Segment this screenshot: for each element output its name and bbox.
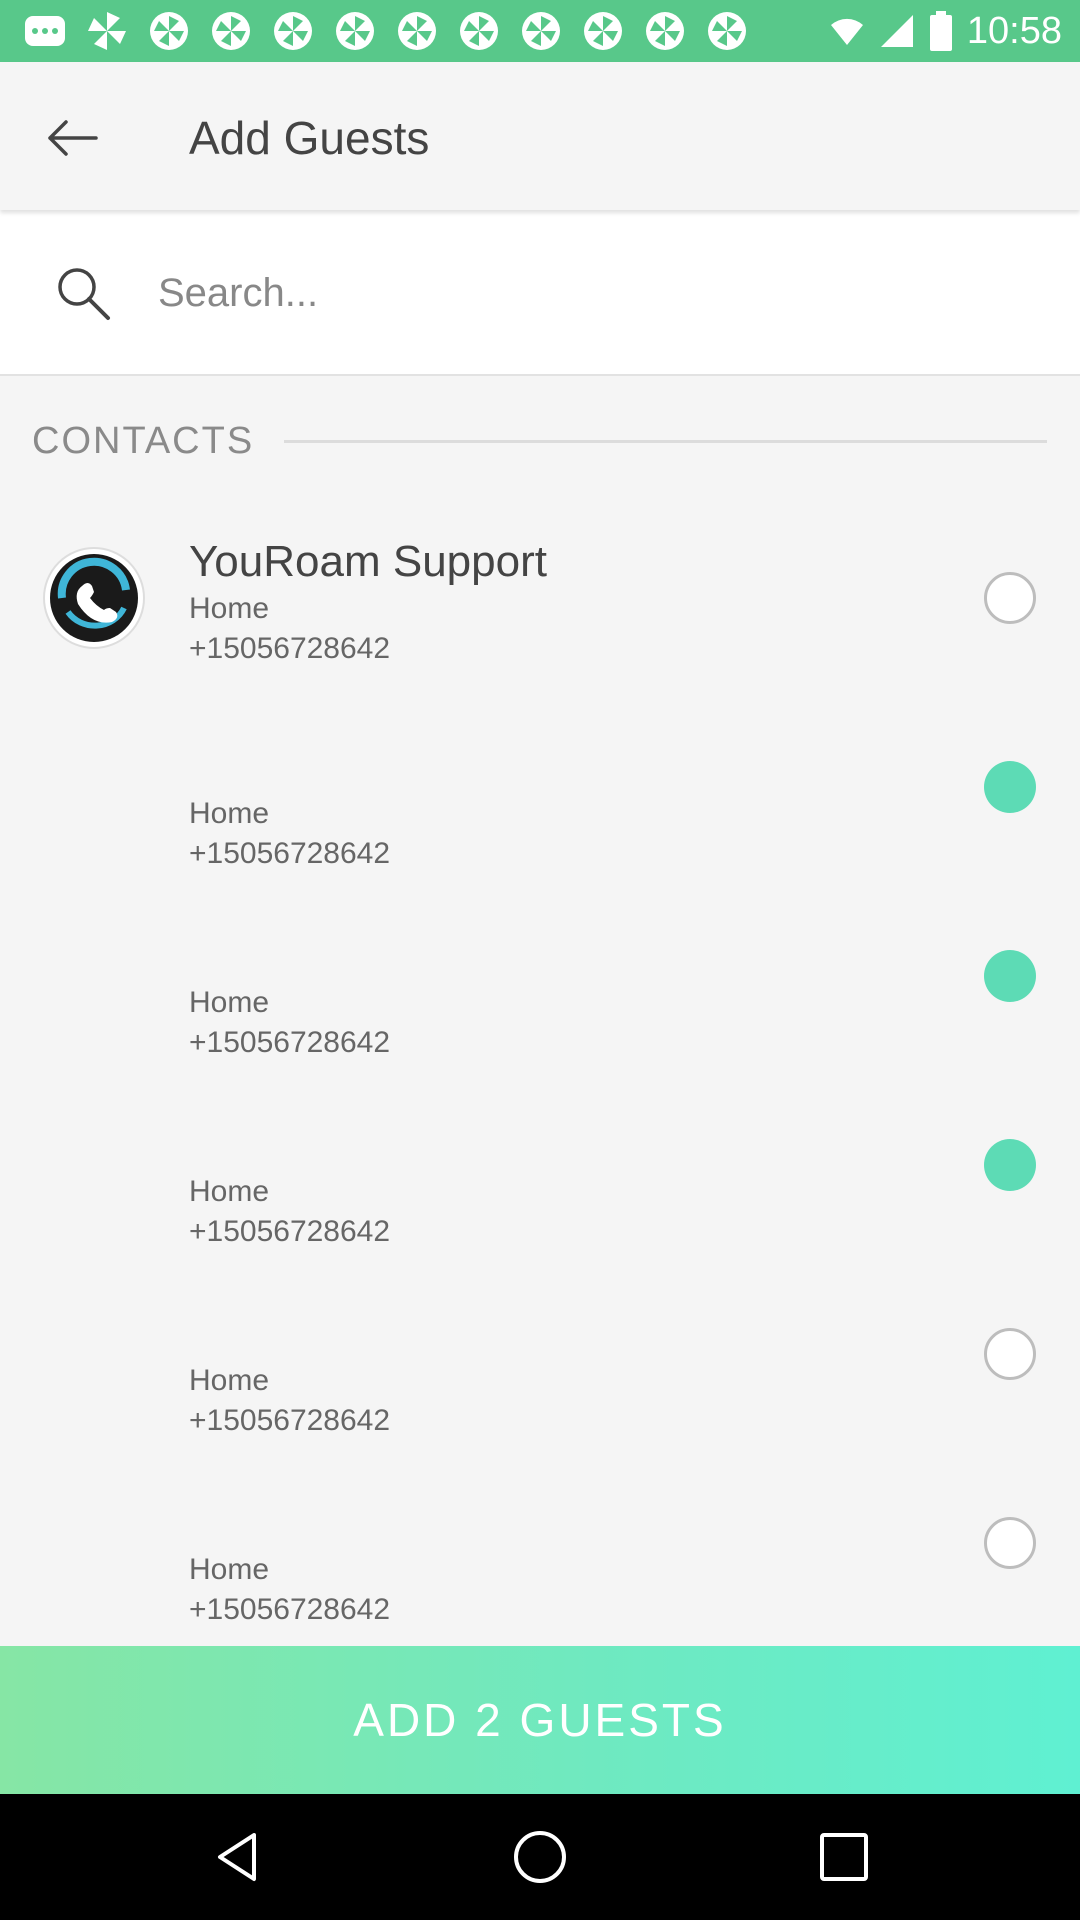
navigation-bar bbox=[0, 1794, 1080, 1920]
list-item[interactable]: Home +15056728642 bbox=[0, 1276, 1080, 1465]
battery-icon bbox=[929, 11, 952, 51]
contact-phone: +15056728642 bbox=[189, 1404, 391, 1437]
pinwheel-icon bbox=[274, 12, 312, 50]
section-divider bbox=[284, 439, 1047, 443]
list-item[interactable]: Home +15056728642 bbox=[0, 1465, 1080, 1654]
contact-type: Home bbox=[189, 1364, 270, 1397]
pinwheel-icon bbox=[522, 12, 560, 50]
contact-phone: +15056728642 bbox=[189, 1215, 391, 1248]
recents-square-icon[interactable] bbox=[814, 1827, 874, 1887]
youroam-logo-icon bbox=[43, 547, 145, 649]
list-item[interactable]: Home +15056728642 bbox=[0, 1087, 1080, 1276]
contact-type: Home bbox=[189, 592, 270, 625]
contact-type: Home bbox=[189, 797, 270, 830]
pinwheel-icon bbox=[460, 12, 498, 50]
status-time: 10:58 bbox=[966, 9, 1062, 52]
status-bar: 10:58 bbox=[0, 0, 1080, 62]
guest-radio[interactable] bbox=[984, 1328, 1036, 1380]
pinwheel-icon bbox=[708, 12, 746, 50]
contact-name: YouRoam Support bbox=[189, 537, 547, 586]
guest-radio[interactable] bbox=[984, 950, 1036, 1002]
search-bar bbox=[0, 210, 1080, 376]
guest-radio[interactable] bbox=[984, 572, 1036, 624]
search-icon bbox=[58, 268, 110, 320]
contact-phone: +15056728642 bbox=[189, 837, 391, 870]
notification-icons bbox=[22, 8, 750, 54]
contact-type: Home bbox=[189, 1553, 270, 1586]
pinwheel-icon bbox=[398, 12, 436, 50]
contact-phone: +15056728642 bbox=[189, 1593, 391, 1626]
app-bar: Add Guests bbox=[0, 62, 1080, 210]
add-guests-label: ADD 2 GUESTS bbox=[353, 1694, 727, 1746]
guest-radio[interactable] bbox=[984, 1517, 1036, 1569]
pinwheel-icon bbox=[646, 12, 684, 50]
pinwheel-icon bbox=[150, 12, 188, 50]
contact-list: YouRoam Support Home +15056728642 Home +… bbox=[0, 520, 1080, 1654]
wifi-icon bbox=[830, 18, 863, 45]
page-title: Add Guests bbox=[189, 112, 430, 164]
pinwheel-icon bbox=[584, 12, 622, 50]
guest-radio[interactable] bbox=[984, 761, 1036, 813]
arrow-left-icon bbox=[48, 120, 98, 156]
pinwheel-icon bbox=[212, 12, 250, 50]
signal-icon bbox=[880, 15, 913, 47]
back-triangle-icon[interactable] bbox=[208, 1827, 268, 1887]
list-item[interactable]: Home +15056728642 bbox=[0, 709, 1080, 898]
add-guests-button[interactable]: ADD 2 GUESTS bbox=[0, 1646, 1080, 1794]
guest-radio[interactable] bbox=[984, 1139, 1036, 1191]
contact-phone: +15056728642 bbox=[189, 632, 391, 665]
pinwheel-icon bbox=[336, 12, 374, 50]
search-input[interactable] bbox=[158, 256, 1038, 330]
list-item[interactable]: YouRoam Support Home +15056728642 bbox=[0, 520, 1080, 709]
contacts-section-header: CONTACTS bbox=[32, 410, 1047, 472]
contact-phone: +15056728642 bbox=[189, 1026, 391, 1059]
home-circle-icon[interactable] bbox=[510, 1827, 570, 1887]
more-icon bbox=[25, 16, 65, 46]
status-right: 10:58 bbox=[829, 8, 1062, 54]
contact-type: Home bbox=[189, 986, 270, 1019]
section-label: CONTACTS bbox=[32, 419, 255, 462]
list-item[interactable]: Home +15056728642 bbox=[0, 898, 1080, 1087]
pinwheel-icon bbox=[88, 12, 126, 50]
back-button[interactable] bbox=[36, 102, 108, 174]
contact-type: Home bbox=[189, 1175, 270, 1208]
